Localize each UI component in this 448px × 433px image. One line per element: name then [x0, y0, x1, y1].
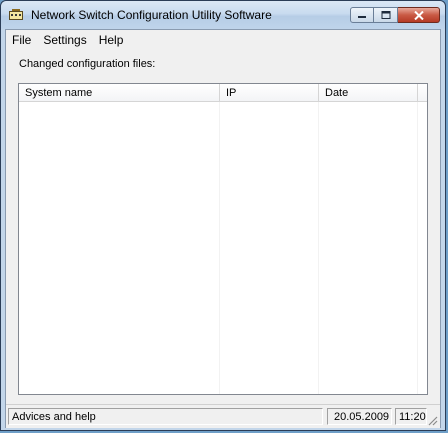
changed-files-label: Changed configuration files:: [19, 58, 156, 70]
column-header-date[interactable]: Date: [319, 84, 418, 101]
column-header-filler: [418, 84, 427, 101]
maximize-button[interactable]: [374, 7, 398, 23]
close-icon: [413, 10, 424, 20]
column-divider: [219, 102, 220, 394]
maximize-icon: [381, 11, 390, 19]
column-header-system-name[interactable]: System name: [19, 84, 220, 101]
column-divider: [417, 102, 418, 394]
status-time: 11:20: [395, 408, 427, 425]
caption-buttons: [350, 7, 440, 23]
resize-grip-icon[interactable]: [426, 414, 438, 426]
menu-bar: File Settings Help: [6, 30, 440, 49]
window-title: Network Switch Configuration Utility Sof…: [31, 8, 272, 22]
network-switch-icon[interactable]: [9, 9, 23, 21]
status-bar: Advices and help 20.05.2009 11:20: [6, 404, 440, 428]
close-button[interactable]: [398, 7, 440, 23]
application-window: Network Switch Configuration Utility Sof…: [0, 0, 446, 431]
menu-help[interactable]: Help: [93, 30, 130, 49]
title-bar[interactable]: Network Switch Configuration Utility Sof…: [1, 1, 445, 29]
menu-file[interactable]: File: [6, 30, 37, 49]
status-help-text: Advices and help: [8, 408, 323, 425]
minimize-button[interactable]: [350, 7, 374, 23]
menu-settings[interactable]: Settings: [37, 30, 92, 49]
column-divider: [318, 102, 319, 394]
minimize-icon: [358, 16, 366, 18]
status-date: 20.05.2009: [327, 408, 392, 425]
column-header-ip[interactable]: IP: [220, 84, 319, 101]
changed-files-list[interactable]: System name IP Date: [18, 83, 428, 395]
list-header: System name IP Date: [19, 84, 427, 102]
client-area: File Settings Help Changed configuration…: [5, 29, 441, 428]
